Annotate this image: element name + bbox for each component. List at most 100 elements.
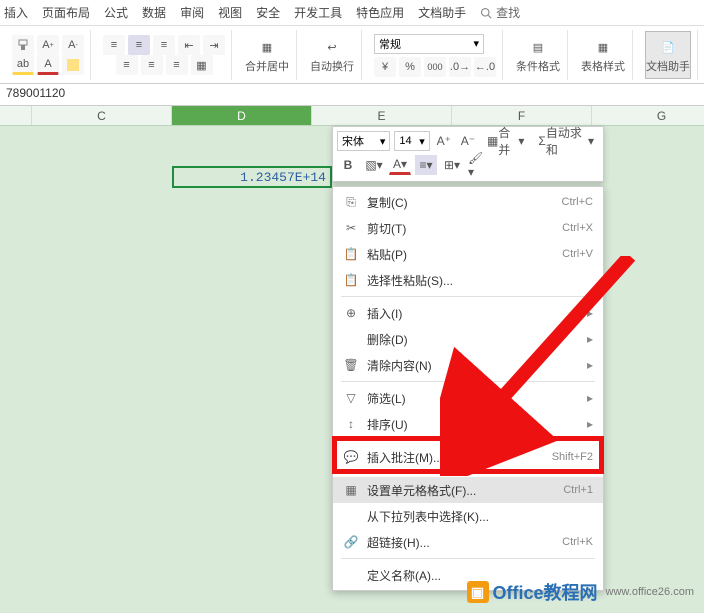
percent-button[interactable]: % [399,57,421,77]
menu-icon: 📋 [341,247,361,261]
mini-fill-button[interactable]: ▧▾ [363,155,385,175]
mini-autosum-button[interactable]: Σ自动求和▾ [533,131,599,151]
tab-security[interactable]: 安全 [256,4,280,21]
col-header-f[interactable]: F [452,106,592,125]
tab-data[interactable]: 数据 [142,4,166,21]
mini-fontcolor-button[interactable]: A▾ [389,155,411,175]
align-center-button[interactable]: ≡ [141,55,163,75]
menu-item-12[interactable]: 💬插入批注(M)...Shift+F2 [333,444,603,470]
menu-icon: 📋 [341,273,361,287]
merge-center-button[interactable]: ▦合并居中 [244,31,290,79]
font-group: A+ A- ab A [6,30,91,80]
tab-special[interactable]: 特色应用 [356,4,404,21]
mini-font-combo[interactable]: 宋体▾ [337,131,390,151]
menu-item-14[interactable]: ▦设置单元格格式(F)...Ctrl+1 [333,477,603,503]
col-header-e[interactable]: E [312,106,452,125]
currency-button[interactable]: ¥ [374,57,396,77]
menu-item-7[interactable]: 🗑清除内容(N)▸ [333,352,603,378]
dec-inc-button[interactable]: .0→ [449,57,471,77]
cond-format-button[interactable]: ▤条件格式 [515,31,561,79]
col-header-d[interactable]: D [172,106,312,125]
align-right-button[interactable]: ≡ [166,55,188,75]
menu-icon: ⎘ [341,195,361,210]
search-icon [480,7,492,19]
menu-item-9[interactable]: ▽筛选(L)▸ [333,385,603,411]
sheet-area[interactable]: C D E F G 1.23457E+14 宋体▾ 14▾ A⁺ A⁻ ▦合并▾… [0,106,704,613]
number-format-combo[interactable]: 常规▾ [374,34,484,54]
align-bottom-button[interactable]: ≡ [153,35,175,55]
tab-formula[interactable]: 公式 [104,4,128,21]
mini-bold-button[interactable]: B [337,155,359,175]
menu-item-2[interactable]: 📋粘贴(P)Ctrl+V [333,241,603,267]
menu-item-1[interactable]: ✂剪切(T)Ctrl+X [333,215,603,241]
active-cell[interactable]: 1.23457E+14 [172,166,332,188]
menu-shortcut: Ctrl+1 [563,484,593,496]
format-painter-button[interactable] [12,35,34,55]
tblfmt-label: 表格样式 [581,58,625,74]
submenu-arrow-icon: ▸ [587,417,593,431]
mini-align-button[interactable]: ≡▾ [415,155,437,175]
watermark-logo-icon: ▣ [467,581,489,603]
submenu-arrow-icon: ▸ [587,358,593,372]
col-header-blank[interactable] [0,106,32,125]
col-header-c[interactable]: C [32,106,172,125]
wrap-text-button[interactable]: ↩自动换行 [309,31,355,79]
merge-across-button[interactable]: ▦ [191,55,213,75]
mini-sum-label: 自动求和 [546,124,588,158]
align-top-button[interactable]: ≡ [103,35,125,55]
tab-view[interactable]: 视图 [218,4,242,21]
indent-inc-button[interactable]: ⇥ [203,35,225,55]
menu-shortcut: Ctrl+C [562,196,593,208]
fill-color-button[interactable] [62,55,84,75]
formula-bar[interactable]: 789001120 [0,84,704,106]
menu-item-10[interactable]: ↕排序(U)▸ [333,411,603,437]
menu-shortcut: Ctrl+X [562,222,593,234]
menu-item-15[interactable]: 从下拉列表中选择(K)... [333,503,603,529]
dec-dec-button[interactable]: ←.0 [474,57,496,77]
table-style-button[interactable]: ▦表格样式 [580,31,626,79]
watermark-brand: Office [493,583,544,603]
indent-dec-button[interactable]: ⇤ [178,35,200,55]
menu-item-16[interactable]: 🔗超链接(H)...Ctrl+K [333,529,603,555]
tab-review[interactable]: 审阅 [180,4,204,21]
search-box[interactable]: 查找 [480,4,520,21]
menu-label: 插入(I) [361,305,587,322]
col-header-g[interactable]: G [592,106,704,125]
menu-shortcut: Ctrl+K [562,536,593,548]
comma-button[interactable]: 000 [424,57,446,77]
tab-dochelper[interactable]: 文档助手 [418,4,466,21]
condfmt-label: 条件格式 [516,58,560,74]
menu-shortcut: Ctrl+V [562,248,593,260]
context-menu: ⎘复制(C)Ctrl+C✂剪切(T)Ctrl+X📋粘贴(P)Ctrl+V📋选择性… [332,186,604,591]
menu-label: 设置单元格格式(F)... [361,482,563,499]
chevron-down-icon: ▾ [380,135,386,148]
menu-item-5[interactable]: ⊕插入(I)▸ [333,300,603,326]
menu-item-0[interactable]: ⎘复制(C)Ctrl+C [333,189,603,215]
mini-size-combo[interactable]: 14▾ [394,131,429,151]
font-decrease-button[interactable]: A- [62,35,84,55]
ribbon: A+ A- ab A ≡ ≡ ≡ ⇤ ⇥ ≡ ≡ ≡ ▦ ▦合并居中 ↩自动换行… [0,26,704,84]
mini-font-inc-button[interactable]: A⁺ [434,131,454,151]
tab-devtools[interactable]: 开发工具 [294,4,342,21]
menu-label: 复制(C) [361,194,562,211]
menu-label: 粘贴(P) [361,246,562,263]
align-left-button[interactable]: ≡ [116,55,138,75]
font-color-button[interactable]: A [37,55,59,75]
menu-item-3[interactable]: 📋选择性粘贴(S)... [333,267,603,293]
mini-font-dec-button[interactable]: A⁻ [458,131,478,151]
font-increase-button[interactable]: A+ [37,35,59,55]
menu-item-6[interactable]: 删除(D)▸ [333,326,603,352]
tab-insert[interactable]: 插入 [4,4,28,21]
menu-label: 超链接(H)... [361,534,562,551]
menu-icon: 🗑 [341,358,361,372]
doc-helper-button[interactable]: 📄文档助手 [645,31,691,79]
mini-merge-button[interactable]: ▦合并▾ [482,131,529,151]
mini-format-button[interactable]: 🖌▾ [467,155,489,175]
menu-separator [341,473,595,474]
menu-shortcut: Shift+F2 [552,451,593,463]
mini-border-button[interactable]: ⊞▾ [441,155,463,175]
align-middle-button[interactable]: ≡ [128,35,150,55]
number-group: 常规▾ ¥ % 000 .0→ ←.0 [368,30,503,80]
tab-pagelayout[interactable]: 页面布局 [42,4,90,21]
highlight-button[interactable]: ab [12,55,34,75]
